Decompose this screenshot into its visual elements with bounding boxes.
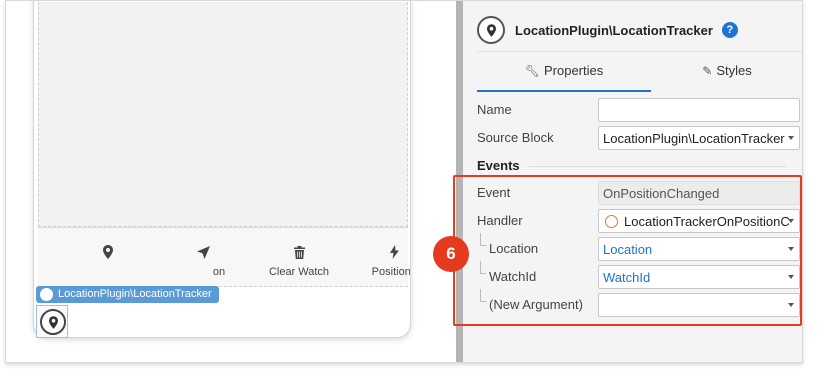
- canvas-area: on Clear Watch Positions LocationPl: [6, 1, 456, 362]
- screen-content-placeholder[interactable]: [38, 2, 408, 227]
- tab-styles-label: Styles: [716, 63, 752, 78]
- chevron-down-icon: [788, 136, 794, 140]
- tab-positions[interactable]: Positions: [348, 242, 411, 278]
- source-block-label: Source Block: [477, 130, 554, 145]
- location-pin-icon: [477, 16, 505, 44]
- bottom-tab-bar: on Clear Watch Positions: [38, 227, 411, 287]
- tab-properties-label: Properties: [543, 63, 604, 78]
- location-tracker-widget[interactable]: [36, 305, 68, 338]
- tab-properties[interactable]: 🔧︎ Properties: [477, 52, 651, 92]
- brush-icon: ✎: [702, 64, 713, 78]
- step-number-badge: 6: [433, 236, 469, 272]
- location-pin-icon: [40, 309, 66, 335]
- source-block-select[interactable]: LocationPlugin\LocationTracker: [598, 126, 800, 150]
- name-row: Name: [477, 98, 802, 122]
- tab-styles[interactable]: ✎ Styles: [651, 52, 802, 92]
- tab-label: Positions: [371, 266, 411, 278]
- tab-label: Clear Watch: [268, 266, 330, 278]
- name-input[interactable]: [598, 98, 800, 122]
- selected-widget-badge[interactable]: LocationPlugin\LocationTracker: [36, 286, 219, 303]
- events-divider: [529, 166, 786, 167]
- navigation-arrow-icon: [157, 242, 249, 260]
- trash-icon: [253, 242, 345, 260]
- tab-location[interactable]: [62, 242, 154, 266]
- tab-watch-position[interactable]: on: [157, 242, 249, 278]
- name-label: Name: [477, 102, 512, 117]
- badge-dot-icon: [40, 288, 53, 301]
- panel-title: LocationPlugin\LocationTracker: [515, 22, 713, 38]
- highlight-box: [453, 175, 802, 326]
- selected-widget-label: LocationPlugin\LocationTracker: [58, 288, 212, 300]
- panel-header: LocationPlugin\LocationTracker ?: [477, 15, 738, 45]
- wrench-icon: 🔧︎: [524, 64, 540, 78]
- events-section-title: Events: [477, 158, 520, 173]
- tab-clear-watch[interactable]: Clear Watch: [253, 242, 345, 278]
- location-pin-icon: [62, 242, 154, 260]
- lightning-icon: [348, 242, 410, 260]
- source-block-row: Source Block LocationPlugin\LocationTrac…: [477, 126, 802, 150]
- help-icon[interactable]: ?: [721, 22, 738, 38]
- tab-label: on: [212, 266, 226, 278]
- source-block-value: LocationPlugin\LocationTracker: [603, 131, 785, 146]
- panel-tabs: 🔧︎ Properties ✎ Styles: [477, 51, 802, 92]
